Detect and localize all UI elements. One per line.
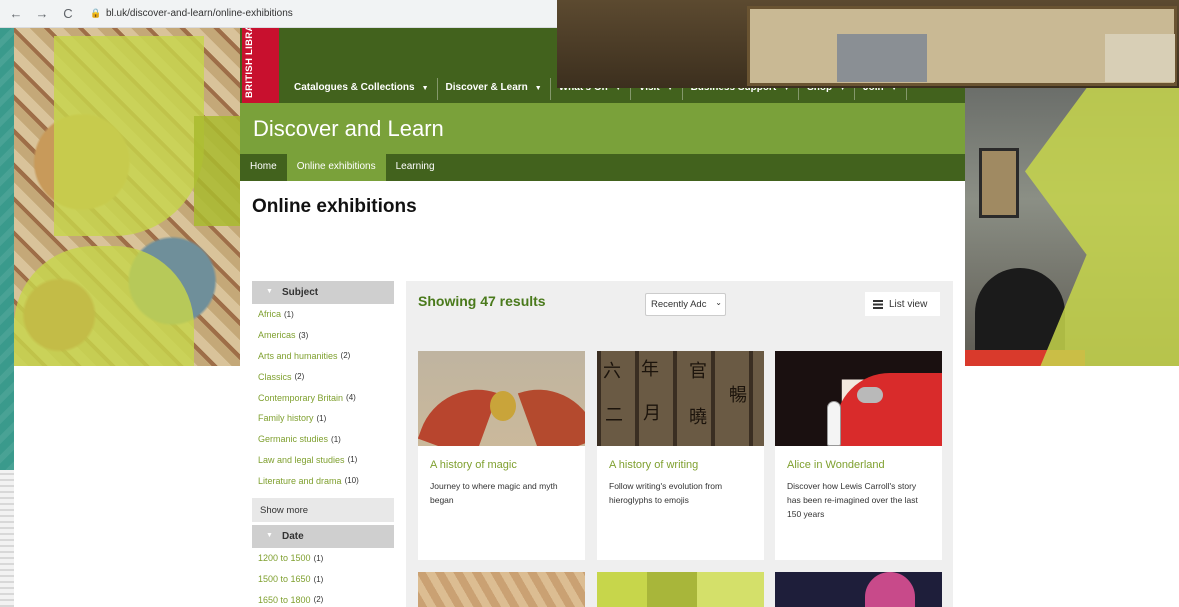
background-white-panel xyxy=(14,360,240,607)
browser-address-bar: ← → C 🔒 bl.uk/discover-and-learn/online-… xyxy=(0,0,557,28)
facet-label: 1500 to 1650 xyxy=(258,574,311,585)
show-more-button[interactable]: Show more xyxy=(252,498,394,522)
decorative-map-image xyxy=(14,26,240,366)
chevron-down-icon: ⌄ xyxy=(715,298,722,307)
card-description: Follow writing's evolution from hierogly… xyxy=(609,481,723,505)
back-arrow-icon[interactable]: ← xyxy=(6,4,26,24)
lock-icon: 🔒 xyxy=(90,8,102,18)
facet-count: (1) xyxy=(313,574,324,584)
facet-count: (1) xyxy=(284,309,294,319)
facet-count: (10) xyxy=(344,476,359,486)
sort-select[interactable]: Recently Adc ⌄ xyxy=(645,293,726,316)
facet-subject-toggle[interactable]: ▼ Subject xyxy=(252,281,394,304)
facet-item-americas[interactable]: Americas (3) xyxy=(252,325,394,346)
facet-count: (2) xyxy=(340,351,351,361)
card-title[interactable]: A history of magic xyxy=(430,459,517,471)
sub-navigation: Home Online exhibitions Learning xyxy=(240,154,965,181)
facet-heading: Date xyxy=(282,531,304,542)
section-title: Discover and Learn xyxy=(253,116,444,141)
card-title[interactable]: Alice in Wonderland xyxy=(787,459,885,471)
facet-count: (1) xyxy=(313,553,324,563)
exhibition-card-alice[interactable]: Alice in Wonderland Discover how Lewis C… xyxy=(775,351,942,560)
results-count: Showing 47 results xyxy=(418,293,546,309)
facet-heading: Subject xyxy=(282,287,319,298)
facet-count: (4) xyxy=(346,393,356,403)
facet-date-list: 1200 to 1500 (1) 1500 to 1650 (1) 1650 to … xyxy=(252,548,394,607)
facet-subject-list: Africa (1) Americas (3) Arts and humanitie… xyxy=(252,304,394,492)
caret-down-icon: ▼ xyxy=(534,85,542,92)
facet-count: (1) xyxy=(347,455,358,465)
triangle-down-icon: ▼ xyxy=(266,532,273,539)
exhibition-card-partial[interactable] xyxy=(418,572,585,607)
forward-arrow-icon[interactable]: → xyxy=(32,4,52,24)
facet-label: Law and legal studies xyxy=(258,454,345,465)
list-view-button[interactable]: List view xyxy=(865,292,940,316)
facet-item-africa[interactable]: Africa (1) xyxy=(252,304,394,325)
thumbnail-glyph: 官 xyxy=(689,361,707,382)
facet-count: (2) xyxy=(313,595,324,605)
nav-discover-learn[interactable]: Discover & Learn ▼ xyxy=(438,78,551,100)
facet-label: Classics xyxy=(258,371,292,382)
subnav-online-exhibitions[interactable]: Online exhibitions xyxy=(286,154,386,181)
facet-item-1650-1800[interactable]: 1650 to 1800 (2) xyxy=(252,590,394,607)
thumbnail-glyph: 六 xyxy=(603,361,621,382)
facet-label: Germanic studies xyxy=(258,434,329,445)
subnav-home[interactable]: Home xyxy=(240,154,287,181)
facet-item-literature-drama[interactable]: Literature and drama (10) xyxy=(252,470,394,491)
exhibition-thumbnail: 年 六 二 月 官 曉 暢 xyxy=(597,351,764,446)
facet-count: (2) xyxy=(294,372,305,382)
exhibition-thumbnail xyxy=(418,351,585,446)
facet-label: Contemporary Britain xyxy=(258,392,344,403)
list-view-label: List view xyxy=(889,298,928,310)
facet-date-toggle[interactable]: ▼ Date xyxy=(252,525,394,548)
facet-item-1200-1500[interactable]: 1200 to 1500 (1) xyxy=(252,548,394,569)
facet-label: Africa xyxy=(258,309,282,320)
facet-item-germanic-studies[interactable]: Germanic studies (1) xyxy=(252,429,394,450)
decorative-visitor-image xyxy=(965,88,1179,366)
list-icon xyxy=(873,299,883,309)
nav-label: Discover & Learn xyxy=(445,82,528,93)
reload-icon[interactable]: C xyxy=(58,4,78,24)
facet-label: Family history xyxy=(258,413,314,424)
card-description: Journey to where magic and myth began xyxy=(430,481,558,505)
exhibition-card-magic[interactable]: A history of magic Journey to where magi… xyxy=(418,351,585,560)
facet-item-arts-humanities[interactable]: Arts and humanities (2) xyxy=(252,346,394,367)
facet-label: 1200 to 1500 xyxy=(258,553,311,564)
facet-label: Americas xyxy=(258,330,296,341)
url-input[interactable]: bl.uk/discover-and-learn/online-exhibiti… xyxy=(106,8,293,19)
facet-item-contemporary-britain[interactable]: Contemporary Britain (4) xyxy=(252,387,394,408)
caret-down-icon: ▼ xyxy=(421,85,429,92)
card-description: Discover how Lewis Carroll's story has b… xyxy=(787,481,918,519)
facet-count: (1) xyxy=(331,434,341,444)
thumbnail-glyph: 月 xyxy=(643,403,661,424)
facet-label: Arts and humanities xyxy=(258,350,338,361)
triangle-down-icon: ▼ xyxy=(266,288,273,295)
subnav-learning[interactable]: Learning xyxy=(386,154,445,181)
exhibition-card-partial[interactable] xyxy=(775,572,942,607)
thumbnail-glyph: 二 xyxy=(605,405,623,426)
section-banner: Discover and Learn xyxy=(240,103,965,154)
facet-label: Literature and drama xyxy=(258,475,342,486)
decorative-exhibition-case-photo xyxy=(557,0,1179,88)
sort-value: Recently Adc xyxy=(651,299,707,310)
nav-catalogues-collections[interactable]: Catalogues & Collections ▼ xyxy=(286,78,438,100)
thumbnail-glyph: 年 xyxy=(641,359,659,380)
exhibition-card-writing[interactable]: 年 六 二 月 官 曉 暢 A history of writing Follo… xyxy=(597,351,764,560)
card-title[interactable]: A history of writing xyxy=(609,459,698,471)
nav-label: Catalogues & Collections xyxy=(294,82,415,93)
page-title: Online exhibitions xyxy=(252,196,417,217)
facet-item-family-history[interactable]: Family history (1) xyxy=(252,408,394,429)
thumbnail-glyph: 暢 xyxy=(729,385,747,406)
facet-item-1500-1650[interactable]: 1500 to 1650 (1) xyxy=(252,569,394,590)
facet-count: (3) xyxy=(298,330,309,340)
facet-count: (1) xyxy=(316,413,327,423)
facet-item-classics[interactable]: Classics (2) xyxy=(252,366,394,387)
facet-label: 1650 to 1800 xyxy=(258,594,311,605)
exhibition-card-partial[interactable] xyxy=(597,572,764,607)
exhibition-thumbnail xyxy=(775,351,942,446)
facet-item-law-legal-studies[interactable]: Law and legal studies (1) xyxy=(252,450,394,471)
thumbnail-glyph: 曉 xyxy=(689,407,707,428)
british-library-logo[interactable]: BRITISH LIBRARY xyxy=(242,11,279,103)
